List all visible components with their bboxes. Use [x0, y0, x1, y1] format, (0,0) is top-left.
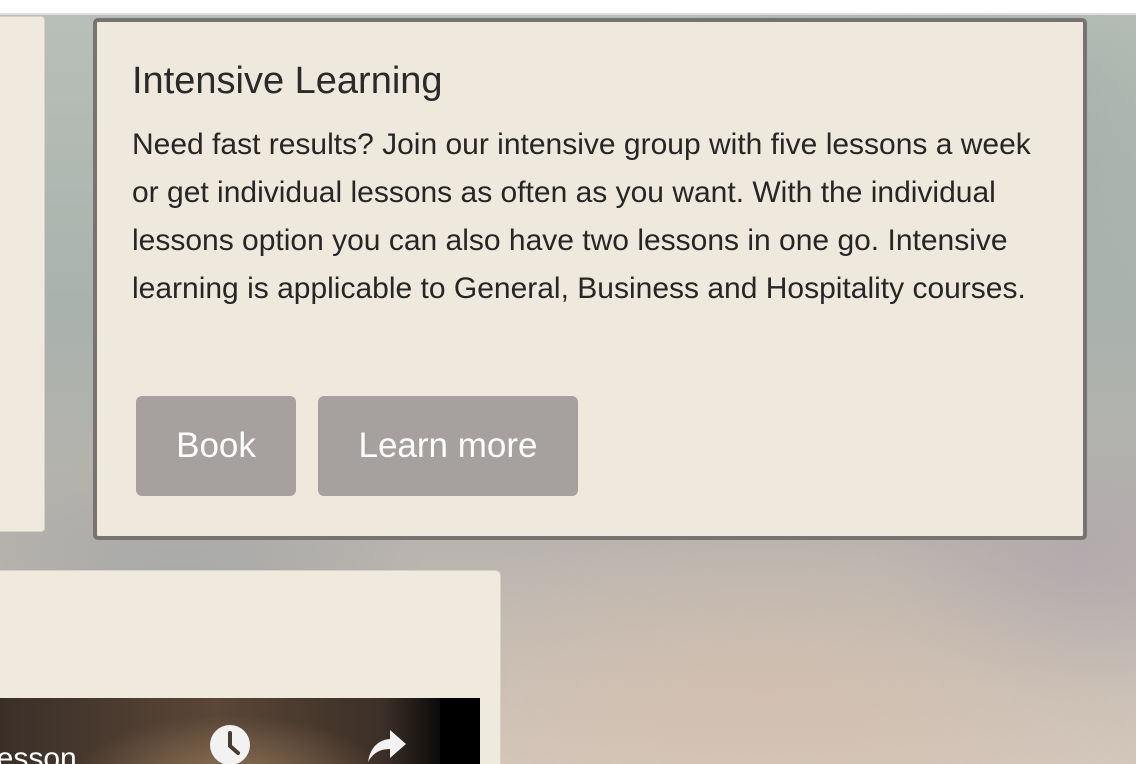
share-icon[interactable]: [366, 724, 408, 764]
learn-more-button[interactable]: Learn more: [318, 396, 578, 496]
card-title: Intensive Learning: [132, 60, 443, 102]
card-description: Need fast results? Join our intensive gr…: [132, 128, 1031, 305]
clock-icon[interactable]: [209, 724, 251, 764]
intensive-learning-card: Intensive Learning Need fast results? Jo…: [93, 18, 1087, 540]
book-button[interactable]: Book: [136, 396, 296, 496]
previous-card: [0, 16, 45, 532]
video-title[interactable]: lesson: [0, 742, 77, 764]
video-player[interactable]: lesson: [0, 698, 480, 764]
top-strip: [0, 0, 1136, 15]
video-letterbox: [440, 698, 480, 764]
